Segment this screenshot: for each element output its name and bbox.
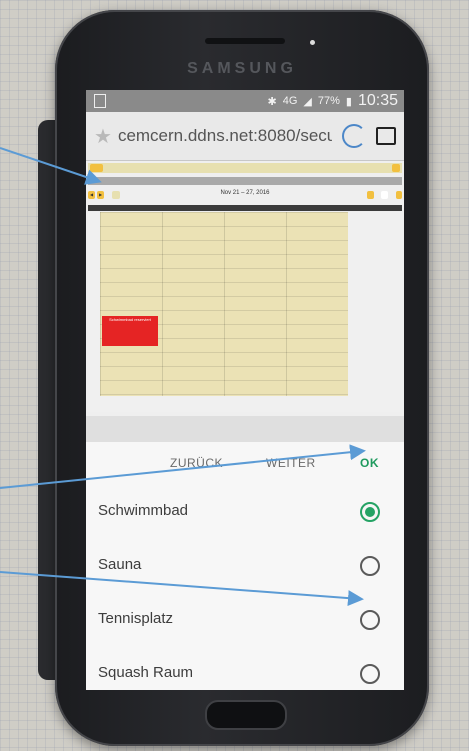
battery-percent: 77% <box>317 95 340 107</box>
radio-selected-icon[interactable] <box>360 502 380 522</box>
radio-unselected-icon[interactable] <box>360 610 380 630</box>
tabs-icon[interactable] <box>376 127 396 145</box>
calendar-header-row <box>88 205 402 211</box>
phone-screen: ✱ 4G ◢ 77% ▮ 10:35 ★ cemcern.ddns.net:80… <box>86 90 404 690</box>
notification-icon <box>94 94 106 108</box>
smartphone: SAMSUNG ✱ 4G ◢ 77% ▮ 10:35 ★ cemcern.ddn… <box>55 10 429 746</box>
option-tennisplatz[interactable]: Tennisplatz <box>86 594 404 648</box>
option-squash-raum[interactable]: Squash Raum <box>86 648 404 690</box>
option-schwimmbad[interactable]: Schwimmbad <box>86 486 404 540</box>
facility-picker-dialog: ZURÜCK WEITER OK Schwimmbad Sauna Tennis… <box>86 442 404 690</box>
clock: 10:35 <box>357 92 398 109</box>
battery-icon: ▮ <box>345 95 352 108</box>
dialog-button-row: ZURÜCK WEITER OK <box>86 442 404 486</box>
option-label: Squash Raum <box>98 664 194 681</box>
page-breadcrumb <box>88 177 402 185</box>
signal-icon: ◢ <box>303 95 312 108</box>
option-label: Schwimmbad <box>98 502 189 519</box>
logout-button[interactable] <box>391 164 400 172</box>
url-text[interactable]: cemcern.ddns.net:8080/secu <box>118 126 332 146</box>
browser-address-bar[interactable]: ★ cemcern.ddns.net:8080/secu <box>86 112 404 161</box>
calendar-event[interactable]: Schwimmbad reserviert <box>102 316 158 346</box>
calendar-grid: Schwimmbad reserviert <box>88 212 400 412</box>
calendar-date-range: Nov 21 – 27, 2016 <box>220 190 270 196</box>
status-bar: ✱ 4G ◢ 77% ▮ 10:35 <box>86 90 404 112</box>
calendar-webpage: ◀ ▶ Nov 21 – 27, 2016 Schwimmbad reservi… <box>86 161 404 416</box>
back-button[interactable]: ZURÜCK <box>170 456 223 470</box>
ok-button[interactable]: OK <box>360 456 379 470</box>
next-button[interactable]: WEITER <box>266 456 316 470</box>
page-left-button[interactable] <box>90 164 103 172</box>
view-month-button[interactable] <box>366 191 374 199</box>
calendar-nav-row: ◀ ▶ Nov 21 – 27, 2016 <box>88 189 402 201</box>
option-sauna[interactable]: Sauna <box>86 540 404 594</box>
calendar-day-columns[interactable] <box>100 212 348 396</box>
network-type: 4G <box>282 95 298 107</box>
reload-icon[interactable] <box>342 124 366 148</box>
earpiece <box>205 38 285 44</box>
bookmark-star-icon[interactable]: ★ <box>94 124 112 149</box>
brand-logo: SAMSUNG <box>187 60 297 77</box>
home-button[interactable] <box>205 700 287 730</box>
radio-unselected-icon[interactable] <box>360 664 380 684</box>
front-camera <box>310 40 315 45</box>
view-week-button[interactable] <box>380 191 388 199</box>
radio-unselected-icon[interactable] <box>360 556 380 576</box>
bluetooth-icon: ✱ <box>267 95 277 108</box>
page-top-bar <box>88 163 402 173</box>
option-label: Sauna <box>98 556 142 573</box>
option-label: Tennisplatz <box>98 610 174 627</box>
view-day-button[interactable] <box>395 191 402 199</box>
